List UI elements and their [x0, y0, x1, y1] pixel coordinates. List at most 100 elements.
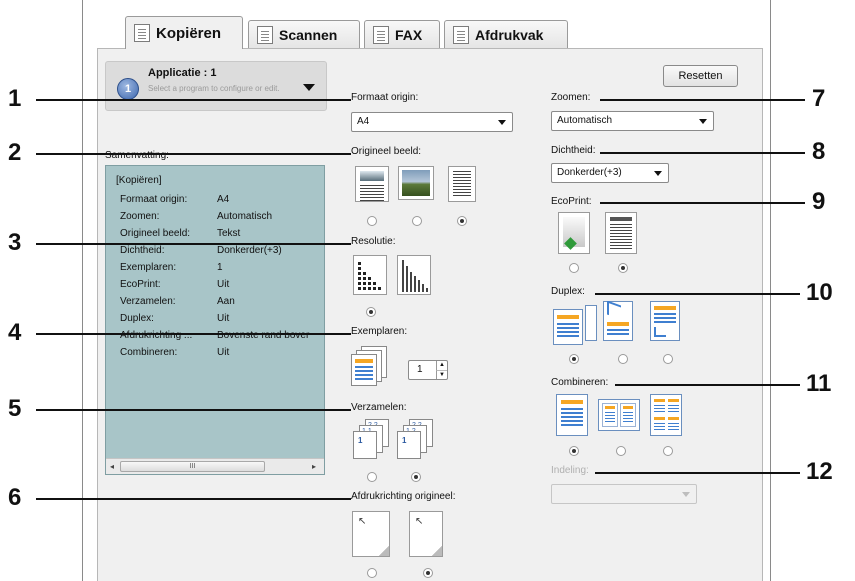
- spin-up-icon[interactable]: ▲: [436, 361, 447, 370]
- zoomen-label: Zoomen:: [551, 92, 591, 103]
- summary-value: Aan: [217, 296, 235, 307]
- combineren-label: Combineren:: [551, 377, 609, 388]
- ecoprint-on-icon[interactable]: [558, 212, 590, 254]
- summary-row: Dichtheid: Donkerder(+3): [120, 245, 282, 256]
- indeling-select[interactable]: [551, 484, 697, 504]
- collate-on-icon[interactable]: 2 2 1 2 1: [397, 419, 437, 459]
- scroll-left-icon[interactable]: ◂: [110, 462, 114, 471]
- tab-kopieren[interactable]: Kopiëren: [125, 16, 243, 49]
- zoomen-select[interactable]: Automatisch: [551, 111, 714, 131]
- duplex-short-edge-icon[interactable]: [650, 301, 686, 345]
- callout-line-4: [36, 333, 351, 335]
- callout-6: 6: [8, 484, 22, 511]
- tab-fax[interactable]: FAX: [364, 20, 440, 49]
- orientation-top-edge-left-icon[interactable]: ↖: [409, 511, 443, 557]
- duplex-radio-3[interactable]: [663, 354, 673, 364]
- summary-value: A4: [217, 194, 230, 205]
- combine-4in1-icon[interactable]: [650, 394, 682, 436]
- summary-row: Afdrukrichting ... Bovenste rand bover: [120, 330, 309, 341]
- callout-line-3: [36, 243, 351, 245]
- reset-button[interactable]: Resetten: [663, 65, 738, 87]
- ecoprint-radio-1[interactable]: [569, 263, 579, 273]
- afdrukrichting-radio-1[interactable]: [367, 568, 377, 578]
- scan-icon: [257, 26, 273, 44]
- fax-icon: [373, 26, 389, 44]
- application-selector[interactable]: 1 Applicatie : 1 Select a program to con…: [105, 61, 327, 111]
- application-badge: 1: [117, 78, 139, 100]
- summary-row: Verzamelen: Aan: [120, 296, 235, 307]
- dichtheid-value: Donkerder(+3): [557, 167, 622, 178]
- callout-line-2: [36, 153, 351, 155]
- origineel-radio-1[interactable]: [367, 216, 377, 226]
- resolutie-radio-1[interactable]: [366, 307, 376, 317]
- ecoprint-label: EcoPrint:: [551, 196, 592, 207]
- combineren-radio-3[interactable]: [663, 446, 673, 456]
- spin-down-icon[interactable]: ▼: [436, 370, 447, 379]
- copy-icon: [134, 24, 150, 42]
- combine-2in1-icon[interactable]: [598, 399, 640, 431]
- combineren-radio-2[interactable]: [616, 446, 626, 456]
- dropdown-arrow-icon[interactable]: [303, 84, 315, 91]
- summary-key: Verzamelen:: [120, 296, 176, 307]
- tab-afdrukvak[interactable]: Afdrukvak: [444, 20, 568, 49]
- summary-list[interactable]: [Kopiëren] Formaat origin: A4 Zoomen: Auto…: [105, 165, 325, 475]
- callout-line-7: [600, 99, 805, 101]
- ecoprint-off-icon[interactable]: [605, 212, 637, 254]
- image-mode-photo-icon[interactable]: [398, 166, 434, 200]
- callout-line-9: [600, 202, 805, 204]
- summary-row: Exemplaren: 1: [120, 262, 223, 273]
- callout-4: 4: [8, 319, 22, 346]
- tab-label: Scannen: [279, 27, 338, 43]
- duplex-long-edge-icon[interactable]: [603, 301, 643, 345]
- zoomen-value: Automatisch: [557, 115, 613, 126]
- tab-scannen[interactable]: Scannen: [248, 20, 360, 49]
- print-box-icon: [453, 26, 469, 44]
- duplex-label: Duplex:: [551, 286, 585, 297]
- callout-7: 7: [812, 85, 826, 112]
- image-mode-text-icon[interactable]: [448, 166, 476, 202]
- formaat-select[interactable]: A4: [351, 112, 513, 132]
- resolutie-label: Resolutie:: [351, 236, 396, 247]
- scroll-thumb[interactable]: III: [120, 461, 265, 472]
- duplex-radio-2[interactable]: [618, 354, 628, 364]
- callout-11: 11: [806, 370, 832, 397]
- dichtheid-select[interactable]: Donkerder(+3): [551, 163, 669, 183]
- summary-row: Duplex: Uit: [120, 313, 229, 324]
- ecoprint-radio-2[interactable]: [618, 263, 628, 273]
- origineel-radio-2[interactable]: [412, 216, 422, 226]
- chevron-down-icon: [682, 492, 690, 497]
- duplex-radio-1[interactable]: [569, 354, 579, 364]
- combine-off-icon[interactable]: [556, 394, 588, 436]
- summary-row: Combineren: Uit: [120, 347, 229, 358]
- chevron-down-icon: [654, 171, 662, 176]
- summary-row: Origineel beeld: Tekst: [120, 228, 240, 239]
- combineren-radio-1[interactable]: [569, 446, 579, 456]
- verzamelen-radio-1[interactable]: [367, 472, 377, 482]
- resolution-600dpi-icon[interactable]: [353, 255, 387, 295]
- summary-key: Combineren:: [120, 347, 178, 358]
- callout-5: 5: [8, 395, 22, 422]
- afdrukrichting-label: Afdrukrichting origineel:: [351, 491, 456, 502]
- tab-label: Kopiëren: [156, 24, 222, 42]
- chevron-down-icon: [498, 120, 506, 125]
- scroll-right-icon[interactable]: ▸: [312, 462, 316, 471]
- duplex-off-icon[interactable]: [553, 305, 599, 345]
- exemplaren-spinbox[interactable]: 1 ▲ ▼: [408, 360, 448, 380]
- collate-off-icon[interactable]: 2 2 1 1 1: [353, 419, 393, 459]
- window-border-right: [770, 0, 771, 581]
- callout-9: 9: [812, 188, 826, 215]
- callout-8: 8: [812, 138, 826, 165]
- orientation-top-edge-top-icon[interactable]: ↖: [352, 511, 390, 557]
- origineel-radio-3[interactable]: [457, 216, 467, 226]
- summary-horizontal-scrollbar[interactable]: ◂ III ▸: [106, 458, 324, 474]
- application-title: Applicatie : 1: [148, 67, 217, 79]
- callout-line-5: [36, 409, 351, 411]
- summary-value: Uit: [217, 347, 230, 358]
- verzamelen-radio-2[interactable]: [411, 472, 421, 482]
- summary-value: Tekst: [217, 228, 241, 239]
- summary-value: Uit: [217, 279, 230, 290]
- image-mode-text-photo-icon[interactable]: [355, 166, 389, 202]
- summary-value: Donkerder(+3): [217, 245, 282, 256]
- resolution-300dpi-icon[interactable]: [397, 255, 431, 295]
- afdrukrichting-radio-2[interactable]: [423, 568, 433, 578]
